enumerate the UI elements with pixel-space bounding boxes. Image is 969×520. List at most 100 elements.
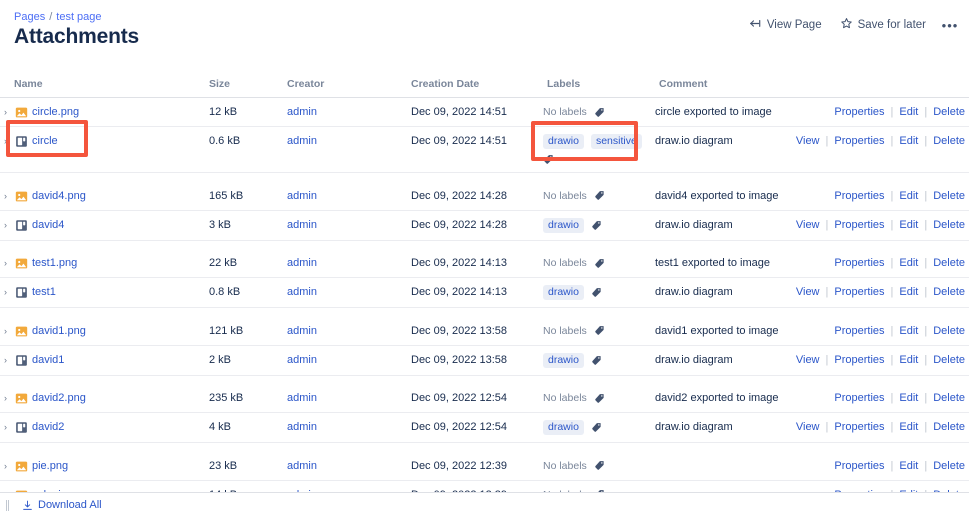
table-row: › david1 2 kB admin Dec 09, 2022 13:58 drawio… (0, 345, 969, 376)
attachment-name-link[interactable]: david1.png (32, 324, 86, 338)
edit-action[interactable]: Edit (899, 134, 918, 148)
delete-action[interactable]: Delete (933, 189, 965, 203)
column-header-size[interactable]: Size (205, 68, 283, 98)
attachment-name-link[interactable]: david4 (32, 218, 64, 232)
properties-action[interactable]: Properties (834, 189, 884, 203)
expand-chevron-icon[interactable]: › (4, 391, 11, 405)
table-body: › circle.png 12 kB admin Dec 09, 2022 14:51 N… (0, 97, 969, 520)
creator-link[interactable]: admin (287, 135, 317, 147)
label-chip[interactable]: sensitive (590, 134, 642, 149)
label-chip[interactable]: drawio (543, 420, 584, 435)
attachment-name-link[interactable]: test1.png (32, 256, 77, 270)
edit-action[interactable]: Edit (899, 285, 918, 299)
properties-action[interactable]: Properties (834, 391, 884, 405)
delete-action[interactable]: Delete (933, 218, 965, 232)
save-for-later-button[interactable]: Save for later (833, 13, 933, 38)
expand-chevron-icon[interactable]: › (4, 105, 11, 119)
download-all-button[interactable]: Download All (22, 499, 102, 511)
expand-chevron-icon[interactable]: › (4, 459, 11, 473)
column-header-name[interactable]: Name (0, 68, 205, 98)
attachment-name-link[interactable]: pie.png (32, 459, 68, 473)
label-chip[interactable]: drawio (543, 217, 584, 233)
label-chip[interactable]: drawio (543, 285, 584, 300)
breadcrumb-test-page[interactable]: test page (56, 11, 101, 23)
label-tag-icon[interactable] (594, 393, 605, 404)
creator-link[interactable]: admin (287, 106, 317, 118)
view-action[interactable]: View (796, 218, 820, 232)
delete-action[interactable]: Delete (933, 256, 965, 270)
view-action[interactable]: View (796, 285, 820, 299)
label-tag-icon[interactable] (594, 325, 605, 336)
label-tag-icon[interactable] (594, 258, 605, 269)
delete-action[interactable]: Delete (933, 391, 965, 405)
label-tag-icon[interactable] (594, 190, 605, 201)
properties-action[interactable]: Properties (834, 256, 884, 270)
expand-chevron-icon[interactable]: › (4, 256, 11, 270)
attachment-name-link[interactable]: circle.png (32, 105, 79, 119)
label-chip[interactable]: drawio (543, 352, 584, 368)
expand-chevron-icon[interactable]: › (4, 285, 11, 299)
delete-action[interactable]: Delete (933, 353, 965, 367)
properties-action[interactable]: Properties (834, 459, 884, 473)
creator-link[interactable]: admin (287, 190, 317, 202)
edit-action[interactable]: Edit (899, 459, 918, 473)
edit-action[interactable]: Edit (899, 256, 918, 270)
creator-link[interactable]: admin (287, 325, 317, 337)
view-action[interactable]: View (796, 134, 820, 148)
creator-link[interactable]: admin (287, 460, 317, 472)
attachment-name-link[interactable]: david2.png (32, 391, 86, 405)
attachment-name-link[interactable]: david2 (32, 420, 64, 434)
creator-link[interactable]: admin (287, 421, 317, 433)
delete-action[interactable]: Delete (933, 285, 965, 299)
expand-chevron-icon[interactable]: › (4, 420, 11, 434)
delete-action[interactable]: Delete (933, 420, 965, 434)
properties-action[interactable]: Properties (834, 134, 884, 148)
edit-action[interactable]: Edit (899, 189, 918, 203)
creator-link[interactable]: admin (287, 286, 317, 298)
delete-action[interactable]: Delete (933, 324, 965, 338)
label-tag-icon[interactable] (591, 287, 602, 298)
column-header-creation-date[interactable]: Creation Date (407, 68, 539, 98)
label-chip[interactable]: drawio (543, 134, 584, 149)
edit-action[interactable]: Edit (899, 420, 918, 434)
cell-name: › test1.png (0, 249, 205, 278)
label-tag-icon[interactable] (594, 107, 605, 118)
edit-action[interactable]: Edit (899, 391, 918, 405)
view-page-button[interactable]: View Page (742, 13, 829, 38)
attachment-name-link[interactable]: david1 (32, 353, 64, 367)
creator-link[interactable]: admin (287, 354, 317, 366)
delete-action[interactable]: Delete (933, 105, 965, 119)
edit-action[interactable]: Edit (899, 218, 918, 232)
attachment-name-link[interactable]: circle (32, 134, 58, 148)
properties-action[interactable]: Properties (834, 324, 884, 338)
label-tag-icon[interactable] (543, 154, 554, 165)
label-tag-icon[interactable] (594, 460, 605, 471)
properties-action[interactable]: Properties (834, 105, 884, 119)
creator-link[interactable]: admin (287, 257, 317, 269)
delete-action[interactable]: Delete (933, 134, 965, 148)
properties-action[interactable]: Properties (834, 353, 884, 367)
expand-chevron-icon[interactable]: › (4, 218, 11, 232)
creator-link[interactable]: admin (287, 392, 317, 404)
properties-action[interactable]: Properties (834, 420, 884, 434)
view-action[interactable]: View (796, 353, 820, 367)
properties-action[interactable]: Properties (834, 218, 884, 232)
properties-action[interactable]: Properties (834, 285, 884, 299)
delete-action[interactable]: Delete (933, 459, 965, 473)
attachment-name-link[interactable]: test1 (32, 285, 56, 299)
attachment-name-link[interactable]: david4.png (32, 189, 86, 203)
edit-action[interactable]: Edit (899, 324, 918, 338)
more-options-button[interactable]: ••• (939, 14, 961, 36)
breadcrumb-pages[interactable]: Pages (14, 11, 45, 23)
edit-action[interactable]: Edit (899, 353, 918, 367)
label-tag-icon[interactable] (591, 422, 602, 433)
expand-chevron-icon[interactable]: › (4, 134, 11, 148)
expand-chevron-icon[interactable]: › (4, 189, 11, 203)
expand-chevron-icon[interactable]: › (4, 324, 11, 338)
edit-action[interactable]: Edit (899, 105, 918, 119)
creator-link[interactable]: admin (287, 219, 317, 231)
label-tag-icon[interactable] (591, 355, 602, 366)
expand-chevron-icon[interactable]: › (4, 353, 11, 367)
label-tag-icon[interactable] (591, 220, 602, 231)
view-action[interactable]: View (796, 420, 820, 434)
